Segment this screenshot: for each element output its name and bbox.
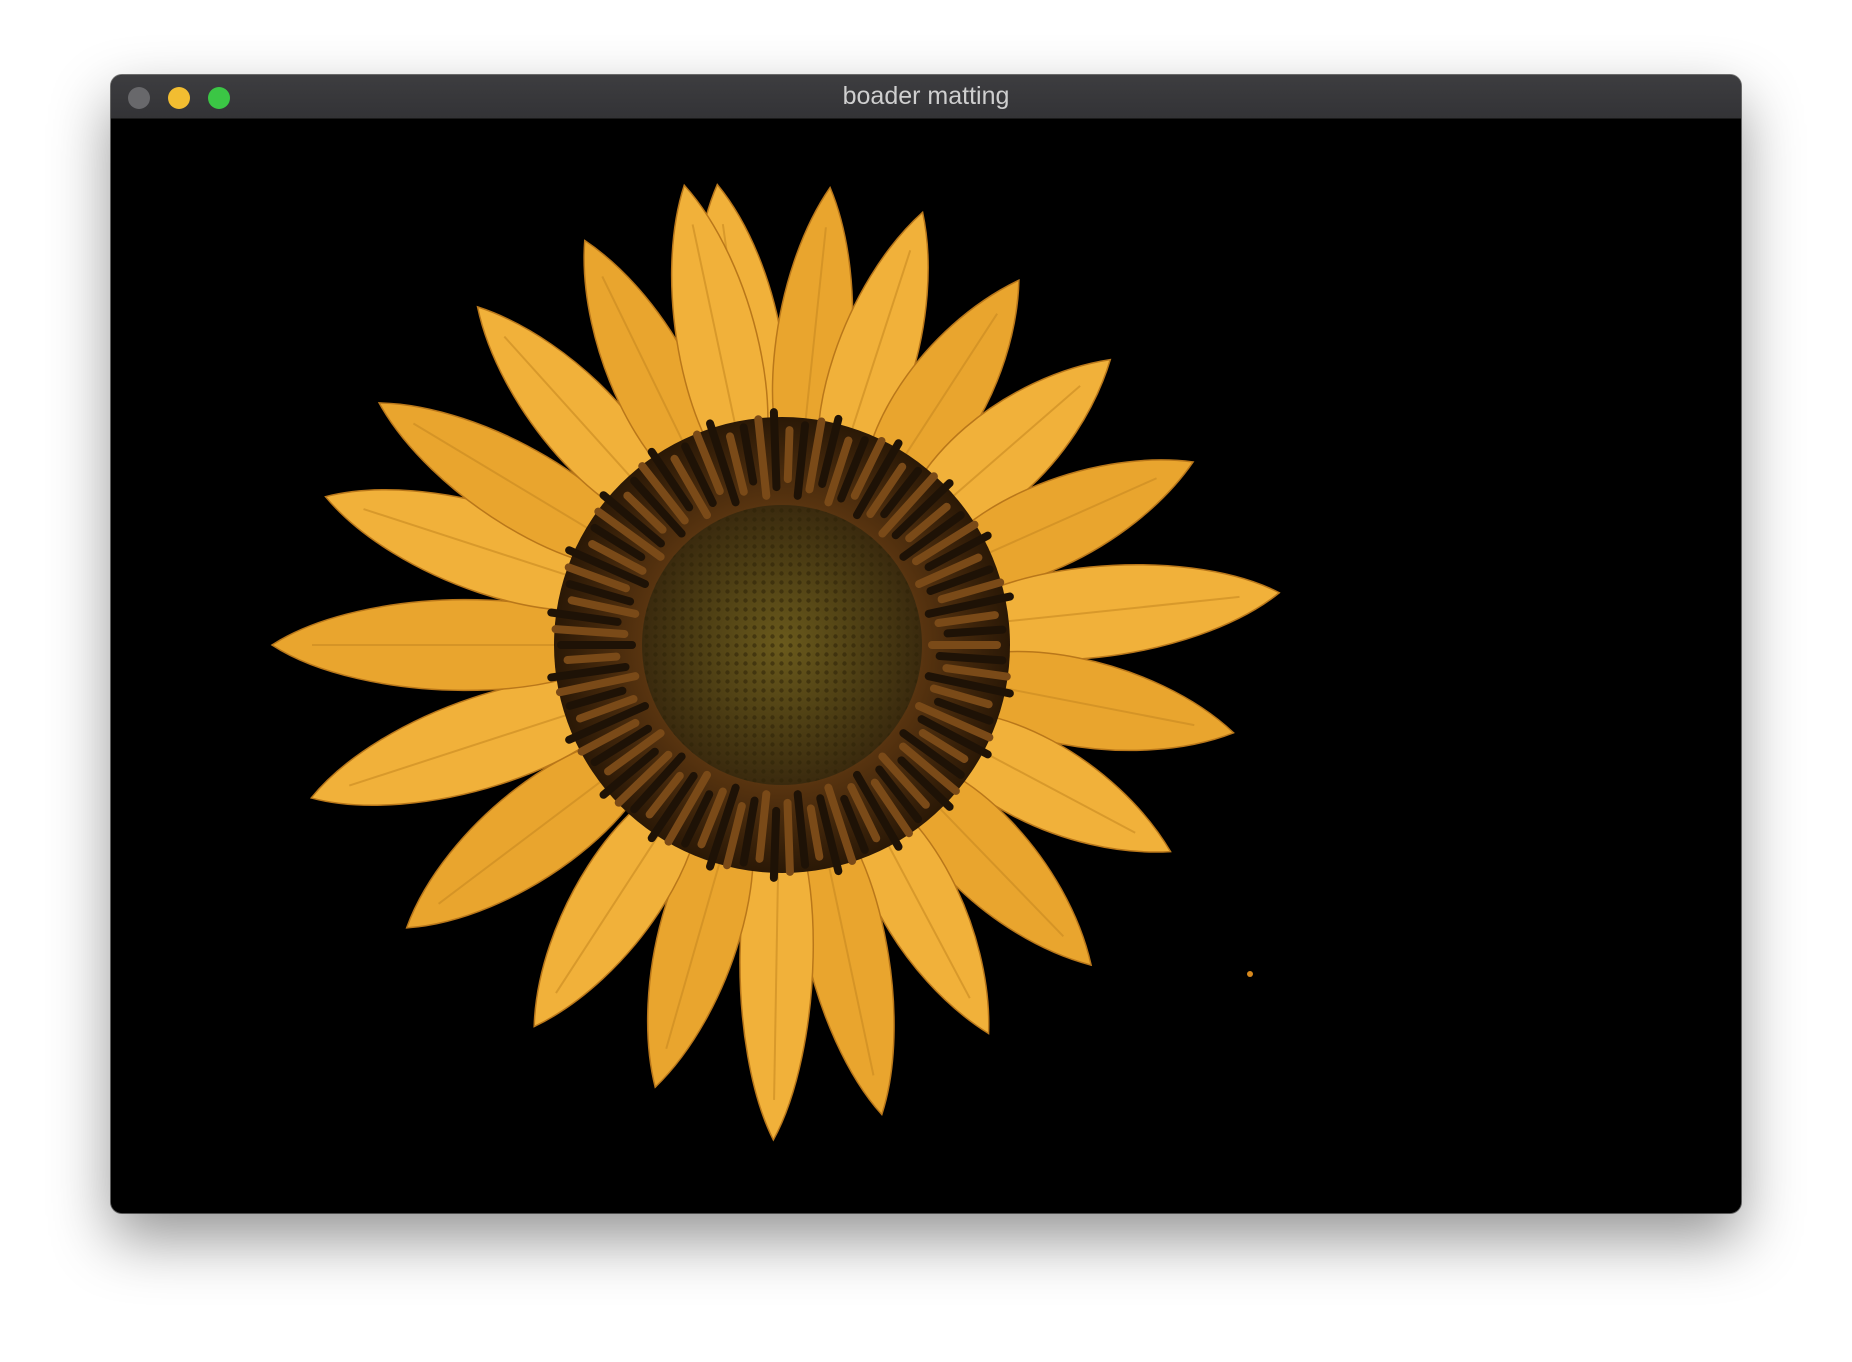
desktop: boader matting xyxy=(0,0,1852,1362)
stray-speck xyxy=(1247,971,1253,977)
window-title: boader matting xyxy=(842,82,1010,110)
disk-floret xyxy=(769,408,781,492)
seed-texture xyxy=(642,505,922,785)
disk-floret xyxy=(783,798,794,876)
sunflower-image xyxy=(270,183,1281,1142)
disk-floret xyxy=(551,625,629,638)
title-bar[interactable]: boader matting xyxy=(111,75,1741,119)
disk-floret xyxy=(935,652,1007,665)
app-window: boader matting xyxy=(111,75,1741,1213)
disk-floret xyxy=(769,806,781,882)
image-canvas xyxy=(111,119,1741,1213)
disk-floret xyxy=(943,625,1007,638)
disk-floret xyxy=(563,652,621,664)
sunflower xyxy=(270,183,1281,1142)
disk-floret xyxy=(783,426,794,484)
